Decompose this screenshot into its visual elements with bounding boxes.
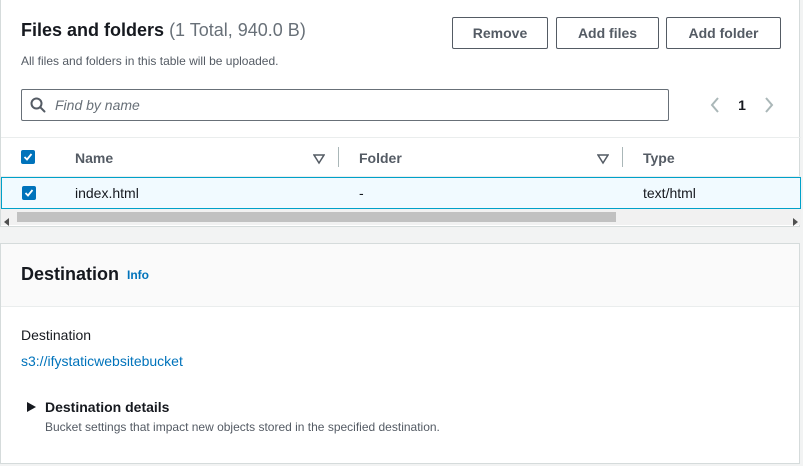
files-panel-description: All files and folders in this table will… [21,54,279,68]
column-divider[interactable] [622,147,623,167]
upload-page: Files and folders (1 Total, 940.0 B) All… [0,0,803,466]
files-panel-title-text: Files and folders [21,20,165,40]
search-box[interactable] [21,89,669,121]
column-header-name[interactable]: Name [75,150,113,166]
sort-icon[interactable] [596,152,610,165]
horizontal-scrollbar[interactable] [1,209,801,226]
column-header-folder[interactable]: Folder [359,150,402,166]
checkmark-icon [24,189,34,197]
add-files-button[interactable]: Add files [556,17,659,49]
cell-name: index.html [75,185,139,201]
cell-folder: - [359,185,364,201]
destination-title: Destination [21,264,120,284]
info-link[interactable]: Info [127,268,149,282]
destination-details-title: Destination details [45,399,170,415]
add-folder-button[interactable]: Add folder [666,17,781,49]
destination-url-link[interactable]: s3://ifystaticwebsitebucket [21,353,183,369]
destination-details-description: Bucket settings that impact new objects … [45,420,440,434]
table-row[interactable]: index.html - text/html [1,177,801,209]
scrollbar-thumb[interactable] [17,212,616,222]
cell-type: text/html [643,185,696,201]
pagination: 1 [705,94,785,116]
destination-details-toggle[interactable]: Destination details [27,399,169,415]
files-panel-title: Files and folders (1 Total, 940.0 B) [21,20,306,41]
table-header: Name Folder Type [1,137,801,177]
remove-button[interactable]: Remove [452,17,548,49]
chevron-left-icon[interactable] [705,94,725,116]
column-header-type[interactable]: Type [643,150,675,166]
caret-right-icon [27,402,37,412]
scroll-right-arrow-icon[interactable] [792,213,798,231]
search-icon [30,96,48,114]
select-all-checkbox[interactable] [21,150,35,164]
current-page-number[interactable]: 1 [725,97,759,113]
search-input[interactable] [55,97,655,113]
checkmark-icon [23,153,33,161]
destination-label: Destination [21,327,92,343]
scroll-left-arrow-icon[interactable] [4,213,10,231]
files-panel-count: (1 Total, 940.0 B) [169,20,306,40]
sort-icon[interactable] [312,152,326,165]
column-divider[interactable] [338,147,339,167]
files-and-folders-panel: Files and folders (1 Total, 940.0 B) All… [0,0,801,227]
destination-panel: Destination Info Destination s3://ifysta… [0,243,800,464]
chevron-right-icon[interactable] [759,94,779,116]
destination-header: Destination Info [1,244,799,307]
row-checkbox[interactable] [22,186,36,200]
